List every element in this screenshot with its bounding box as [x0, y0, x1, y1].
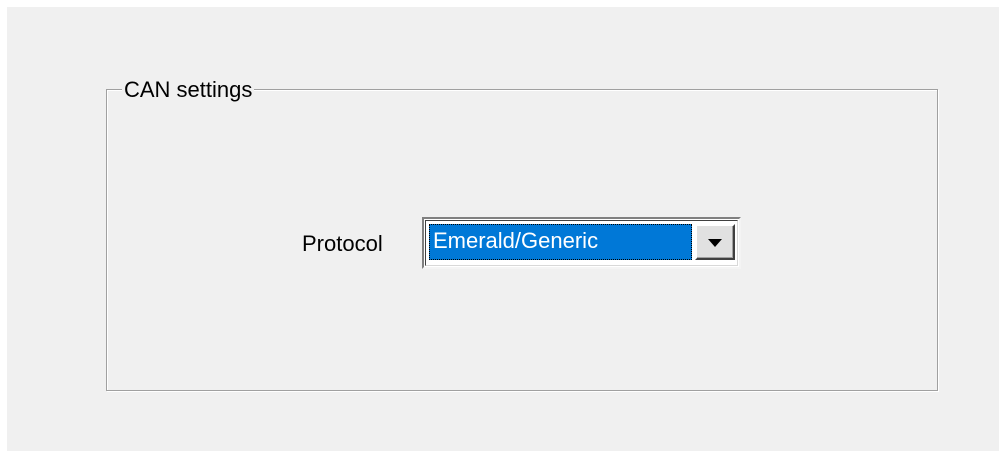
protocol-label: Protocol: [302, 231, 383, 256]
groupbox-title: CAN settings: [122, 77, 255, 102]
dropdown-button[interactable]: [695, 224, 735, 260]
protocol-selected-value[interactable]: Emerald/Generic: [429, 224, 692, 260]
can-settings-groupbox: CAN settings Protocol Emerald/Generic: [106, 78, 938, 391]
settings-panel: CAN settings Protocol Emerald/Generic: [7, 7, 999, 451]
chevron-down-icon: [708, 239, 722, 247]
protocol-dropdown[interactable]: Emerald/Generic: [422, 217, 741, 269]
